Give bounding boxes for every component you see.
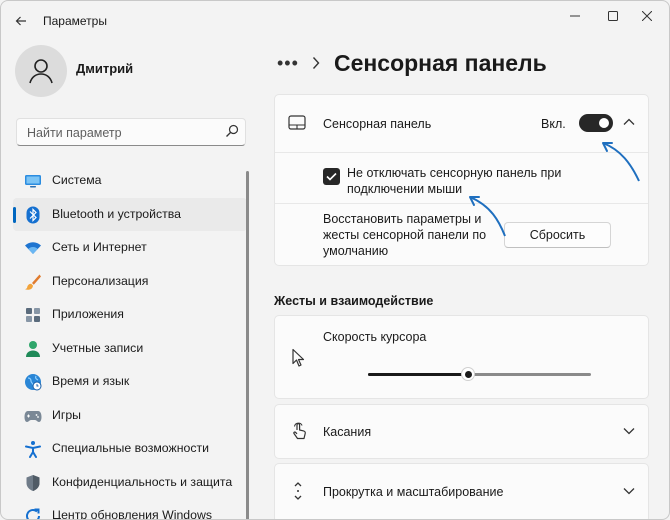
- brush-icon: [24, 273, 42, 291]
- search-icon[interactable]: [225, 124, 239, 143]
- maximize-icon: [608, 11, 618, 21]
- sidebar-item-label: Специальные возможности: [52, 441, 209, 455]
- checkbox-label-line2: подключении мыши: [347, 182, 463, 196]
- update-icon: [24, 507, 42, 519]
- account-icon: [24, 340, 42, 358]
- sidebar-item-label: Bluetooth и устройства: [52, 206, 182, 221]
- sidebar-item-system[interactable]: Система: [13, 164, 247, 198]
- globe-clock-icon: [24, 373, 42, 391]
- bluetooth-icon: [24, 206, 42, 224]
- annotation-arrow-checkbox: [469, 196, 506, 237]
- app-title: Параметры: [43, 14, 107, 28]
- scroll-arrows-icon: [294, 482, 302, 500]
- sidebar-item-bluetooth[interactable]: Bluetooth и устройства: [13, 197, 247, 231]
- tap-gesture-icon: [293, 422, 306, 440]
- search-box[interactable]: [16, 118, 246, 146]
- sidebar-item-personalization[interactable]: Персонализация: [13, 265, 247, 299]
- cursor-speed-label: Скорость курсора: [323, 330, 427, 344]
- touchpad-label: Сенсорная панель: [323, 117, 432, 131]
- section-title-gestures: Жесты и взаимодействие: [274, 294, 434, 308]
- avatar[interactable]: [15, 45, 67, 97]
- scroll-zoom-label: Прокрутка и масштабирование: [323, 485, 504, 499]
- sidebar-item-gaming[interactable]: Игры: [13, 399, 247, 433]
- sidebar-scrollbar[interactable]: [246, 171, 249, 519]
- chevron-down-icon[interactable]: [622, 426, 636, 436]
- sidebar-item-label: Центр обновления Windows: [52, 508, 213, 520]
- sidebar-item-windows-update[interactable]: Центр обновления Windows: [13, 499, 247, 520]
- sidebar-item-network[interactable]: Сеть и Интернет: [13, 231, 247, 265]
- sidebar-item-privacy[interactable]: Конфиденциальность и защита: [13, 466, 247, 500]
- sidebar-item-accessibility[interactable]: Специальные возможности: [13, 432, 247, 466]
- checkmark-icon: [326, 172, 337, 181]
- sidebar-item-accounts[interactable]: Учетные записи: [13, 332, 247, 366]
- annotation-arrows: [469, 142, 640, 237]
- apps-icon: [24, 306, 42, 324]
- sidebar-item-label: Приложения: [52, 307, 124, 321]
- minimize-icon: [570, 15, 580, 17]
- breadcrumb-more-button[interactable]: •••: [277, 53, 299, 74]
- person-icon: [29, 59, 53, 84]
- back-arrow-icon: [15, 16, 26, 26]
- sidebar-nav: Система Bluetooth и устройства Сеть и Ин…: [13, 164, 247, 520]
- gamepad-icon: [24, 407, 42, 425]
- close-button[interactable]: [627, 5, 667, 27]
- breadcrumb-chevron-icon: [312, 57, 320, 69]
- sidebar-item-time-language[interactable]: Время и язык: [13, 365, 247, 399]
- chevron-down-icon[interactable]: [622, 486, 636, 496]
- user-name: Дмитрий: [76, 61, 134, 76]
- cursor-pointer-icon: [292, 348, 305, 367]
- cursor-speed-slider[interactable]: [368, 367, 591, 381]
- page-title: Сенсорная панель: [334, 50, 547, 76]
- sidebar-item-label: Учетные записи: [52, 340, 144, 355]
- title-bar: Параметры: [1, 1, 669, 41]
- accessibility-icon: [24, 440, 42, 458]
- slider-fill: [368, 373, 469, 376]
- settings-window: Параметры Дмитрий Система: [0, 0, 670, 520]
- search-input[interactable]: [25, 123, 219, 143]
- sidebar-item-label: Время и язык: [52, 374, 130, 388]
- sidebar-item-label: Игры: [52, 407, 82, 422]
- close-icon: [642, 11, 652, 21]
- reset-description-line3: умолчанию: [323, 244, 389, 258]
- minimize-button[interactable]: [555, 5, 595, 27]
- wifi-icon: [24, 239, 42, 257]
- shield-icon: [24, 474, 42, 492]
- reset-description-line1: Восстановить параметры и: [323, 212, 482, 226]
- keep-touchpad-on-checkbox[interactable]: [323, 168, 340, 185]
- touchpad-icon: [288, 115, 306, 130]
- taps-label: Касания: [323, 425, 372, 439]
- sidebar-item-label: Сеть и Интернет: [52, 240, 147, 254]
- back-button[interactable]: [9, 9, 33, 33]
- sidebar-item-label: Персонализация: [52, 273, 149, 288]
- monitor-icon: [24, 172, 42, 190]
- sidebar-item-label: Конфиденциальность и защита: [52, 474, 233, 489]
- sidebar-item-label: Система: [52, 173, 102, 187]
- cursor-speed-card: [274, 315, 649, 399]
- annotation-arrow-toggle: [602, 142, 640, 182]
- sidebar-item-apps[interactable]: Приложения: [13, 298, 247, 332]
